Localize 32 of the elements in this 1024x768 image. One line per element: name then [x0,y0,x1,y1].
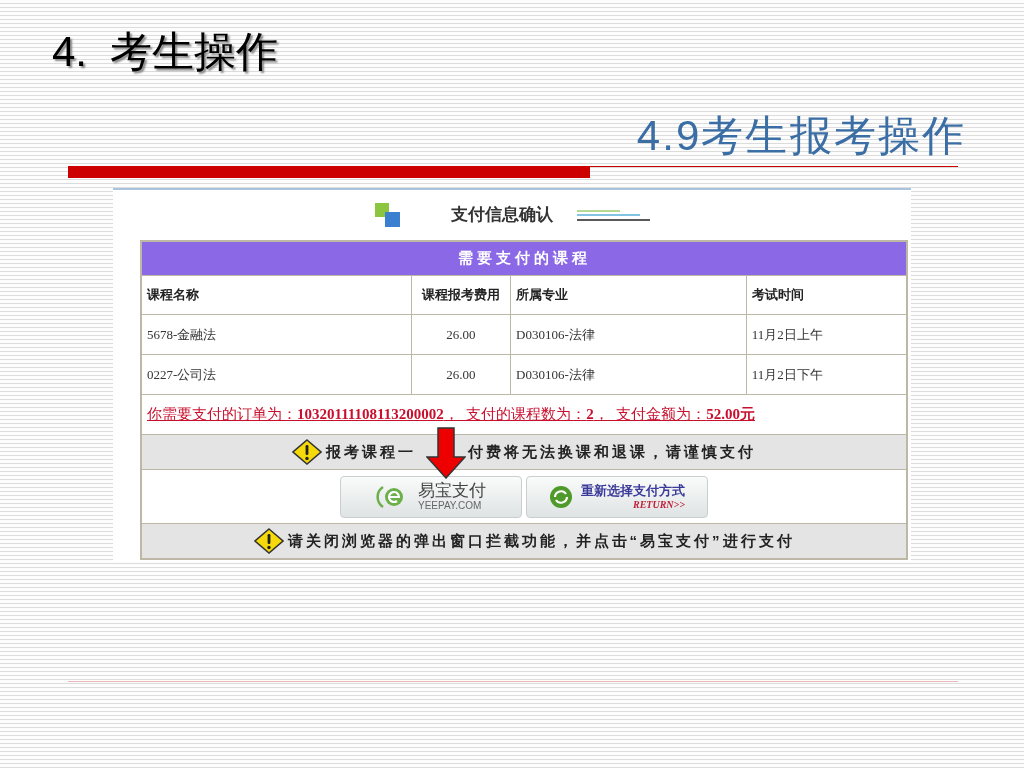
table-cell: 11月2日上午 [745,315,906,354]
section-heading: 需要支付的课程 [142,242,906,275]
yeepay-domain: YEEPAY.COM [418,501,482,511]
warning-icon [253,528,284,554]
refresh-icon [549,484,573,509]
yeepay-button[interactable]: 易宝支付 YEEPAY.COM [340,475,522,518]
table-cell-text: 5678-金融法 [146,325,218,344]
table-cell: D030106-法律 [510,355,746,394]
title-underline-icon [575,208,651,222]
return-label: RETURN>> [633,499,685,510]
column-header: 课程报考费用 [410,276,511,314]
order-summary: 你需要支付的订单为：10320111108113200002， 支付的课程数为：2， 支付金额为：52.00元 [147,405,755,425]
table-cell: 11月2日下午 [745,355,906,394]
squares-icon [373,201,403,229]
warning-text: 报考课程一 [326,441,416,462]
warning-text: 付费将无法换课和退课，请谨慎支付 [468,441,756,462]
column-header: 课程名称 [145,286,200,305]
table-cell-text: 0227-公司法 [146,365,218,384]
yeepay-label: 易宝支付 [418,482,486,499]
column-header: 考试时间 [745,276,906,314]
slide-subtitle: 4.9考生报考操作 [636,111,966,161]
notice-text: 请关闭浏览器的弹出窗口拦截功能，并点击“易宝支付”进行支付 [287,530,795,551]
slide-title: 4. 考生操作 [52,27,280,77]
table-cell: 26.00 [410,315,511,354]
table-cell: 26.00 [410,355,511,394]
column-header: 所属专业 [510,276,746,314]
reselect-payment-button[interactable]: 重新选择支付方式 RETURN>> [526,475,708,518]
page-title: 支付信息确认 [451,204,553,227]
down-arrow-icon [426,427,466,479]
warning-icon [292,439,322,465]
table-cell: D030106-法律 [510,315,746,354]
reselect-label: 重新选择支付方式 [581,483,685,497]
